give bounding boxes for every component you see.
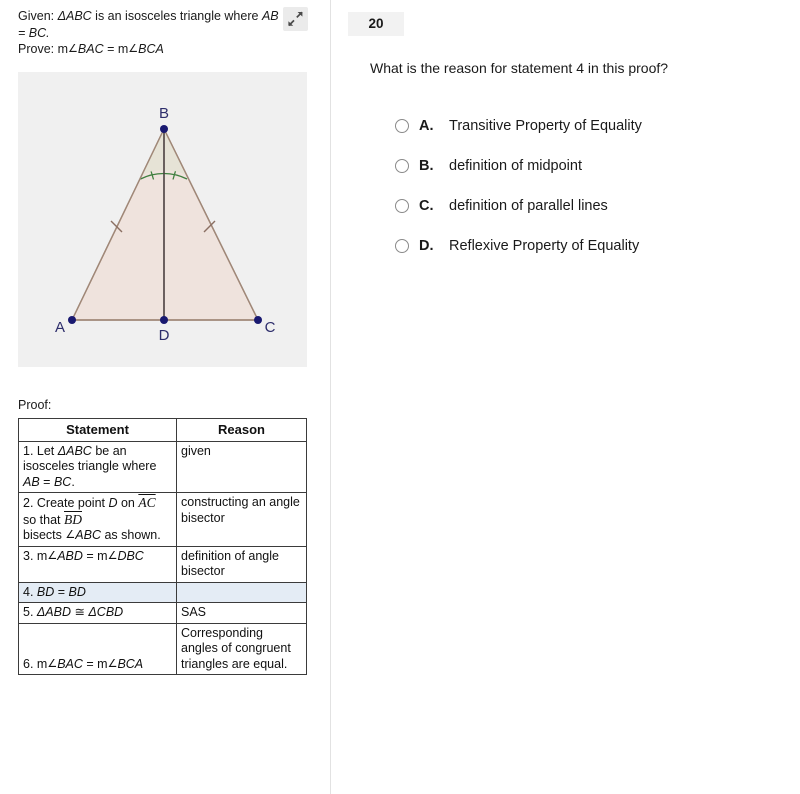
answer-choices-list: A. Transitive Property of Equality B. de… [395,106,785,266]
statement-cell-6: 6. m∠BAC = m∠BCA [18,622,177,675]
triangle-diagram-svg: B A D C [55,105,276,344]
radio-button-c[interactable] [395,199,409,213]
choice-option-c[interactable]: C. definition of parallel lines [395,186,785,226]
given-prove-block: Given: ΔABC is an isosceles triangle whe… [18,8,303,58]
given-line-1: Given: ΔABC is an isosceles triangle whe… [18,8,303,25]
radio-button-d[interactable] [395,239,409,253]
table-row: 5. ΔABD ≅ ΔCBD SAS [18,602,307,624]
radio-button-b[interactable] [395,159,409,173]
table-row-highlighted: 4. BD = BD [18,581,307,603]
statement-cell-1: 1. Let ΔABC be an isosceles triangle whe… [18,440,177,493]
vertex-label-b: B [159,105,169,122]
given-middle-text: is an isosceles triangle where [91,9,262,23]
proof-table: Statement Reason 1. Let ΔABC be an isosc… [18,418,307,675]
reason-cell-3: definition of angle bisector [176,545,307,583]
prove-prefix: Prove: m [18,42,69,56]
right-panel: 20 What is the reason for statement 4 in… [331,0,800,794]
table-row: 6. m∠BAC = m∠BCA Corresponding angles of… [18,622,307,675]
choice-option-d[interactable]: D. Reflexive Property of Equality [395,226,785,266]
choice-letter-c: C. [419,198,434,214]
reason-cell-2: constructing an angle bisector [176,492,307,547]
expand-arrows-icon [288,11,303,27]
proof-label: Proof: [18,398,52,412]
table-row: 2. Create point D on AC so that BD bisect… [18,492,307,547]
vertex-point-a [68,316,76,324]
statement-cell-5: 5. ΔABD ≅ ΔCBD [18,602,177,624]
given-segment-bc: = BC. [18,25,50,40]
given-segment-ab: AB [261,9,279,23]
angle-symbol-2-icon: ∠ [128,43,139,55]
choice-option-b[interactable]: B. definition of midpoint [395,146,785,186]
choice-label-a: Transitive Property of Equality [449,118,642,134]
reason-cell-5: SAS [176,602,307,624]
choice-label-c: definition of parallel lines [449,198,608,214]
reason-cell-1: given [176,440,307,493]
table-row: 1. Let ΔABC be an isosceles triangle whe… [18,440,307,493]
prove-line: Prove: m∠BAC = m∠BCA [18,41,303,58]
prove-angle-bac: BAC [77,42,104,56]
vertex-label-c: C [265,319,276,336]
vertex-label-d: D [159,327,170,344]
choice-option-a[interactable]: A. Transitive Property of Equality [395,106,785,146]
reason-cell-6: Corresponding angles of congruent triang… [176,622,307,675]
statement-cell-3: 3. m∠ABD = m∠DBC [18,545,177,583]
reason-cell-4 [176,581,307,603]
choice-letter-d: D. [419,238,434,254]
given-prefix: Given: [18,9,58,23]
triangle-diagram: B A D C [18,72,307,367]
radio-button-a[interactable] [395,119,409,133]
vertex-label-a: A [55,319,65,336]
table-row: 3. m∠ABD = m∠DBC definition of angle bis… [18,545,307,583]
vertex-point-b [160,125,168,133]
question-prompt: What is the reason for statement 4 in th… [370,60,669,76]
table-header-row: Statement Reason [18,418,307,442]
choice-letter-a: A. [419,118,434,134]
choice-letter-b: B. [419,158,434,174]
choice-label-b: definition of midpoint [449,158,582,174]
question-number-tab[interactable]: 20 [348,12,404,36]
prove-equals: = m [103,42,129,56]
statement-cell-2: 2. Create point D on AC so that BD bisect… [18,492,177,547]
choice-label-d: Reflexive Property of Equality [449,238,640,254]
left-panel: Given: ΔABC is an isosceles triangle whe… [0,0,330,794]
prove-angle-bca: BCA [138,42,164,56]
vertex-point-d [160,316,168,324]
expand-icon[interactable] [283,7,308,31]
vertex-point-c [254,316,262,324]
angle-symbol-1-icon: ∠ [68,43,78,55]
given-triangle-abc: ΔABC [57,9,92,23]
column-header-reason: Reason [176,418,307,442]
given-line-2: = BC. [18,25,303,42]
statement-cell-4: 4. BD = BD [18,581,177,603]
column-header-statement: Statement [18,418,177,442]
